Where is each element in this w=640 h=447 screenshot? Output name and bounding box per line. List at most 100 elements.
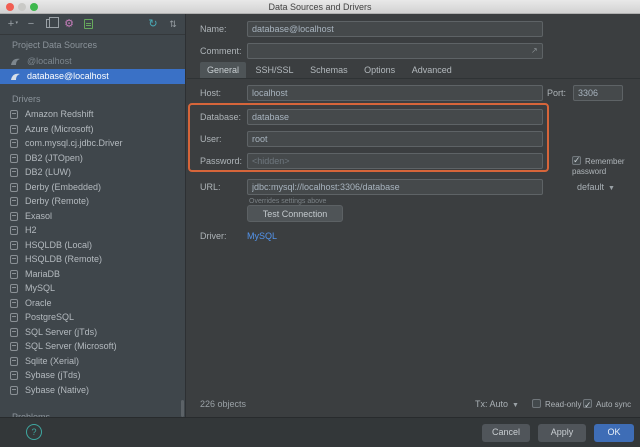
- sidebar-item-localhost[interactable]: @localhost: [0, 54, 185, 69]
- tab-options[interactable]: Options: [357, 62, 402, 78]
- url-note: Overrides settings above: [249, 198, 326, 205]
- mysql-dolphin-icon: [10, 57, 21, 67]
- chevron-down-icon: ▼: [512, 402, 519, 409]
- tx-dropdown[interactable]: Tx: Auto▼: [475, 397, 519, 413]
- ok-button[interactable]: OK: [594, 424, 634, 442]
- user-input[interactable]: [247, 131, 543, 147]
- url-label: URL:: [200, 179, 221, 195]
- url-preset-dropdown[interactable]: default▼: [577, 182, 615, 192]
- database-driver-icon: [10, 139, 18, 148]
- tab-schemas[interactable]: Schemas: [303, 62, 355, 78]
- comment-label: Comment:: [200, 43, 242, 59]
- sidebar-item-driver[interactable]: Sybase (Native): [0, 383, 185, 398]
- database-driver-icon: [10, 386, 18, 395]
- auto-sync-checkbox[interactable]: Auto sync: [583, 397, 631, 412]
- database-driver-icon: [10, 212, 18, 221]
- sidebar-item-driver[interactable]: DB2 (JTOpen): [0, 151, 185, 166]
- tabs-divider: [187, 78, 640, 79]
- database-label: Database:: [200, 109, 241, 125]
- database-driver-icon: [10, 154, 18, 163]
- driver-link[interactable]: MySQL: [247, 231, 277, 241]
- checkbox-checked-icon: [583, 399, 592, 408]
- sidebar-item-driver[interactable]: SQL Server (jTds): [0, 325, 185, 340]
- sidebar-item-driver[interactable]: com.mysql.cj.jdbc.Driver: [0, 136, 185, 151]
- tab-ssh-ssl[interactable]: SSH/SSL: [249, 62, 301, 78]
- url-input[interactable]: [247, 179, 543, 195]
- apply-button[interactable]: Apply: [538, 424, 586, 442]
- database-driver-icon: [10, 241, 18, 250]
- datasource-settings-panel: Name: Comment: ↗ General SSH/SSL Schemas…: [187, 14, 640, 417]
- sidebar-item-driver[interactable]: Amazon Redshift: [0, 107, 185, 122]
- sidebar-item-driver[interactable]: Derby (Remote): [0, 194, 185, 209]
- titlebar: Data Sources and Drivers: [0, 0, 640, 14]
- remove-icon[interactable]: −: [24, 17, 38, 31]
- database-driver-icon: [10, 284, 18, 293]
- database-driver-icon: [10, 357, 18, 366]
- sidebar: +▾ − ⚙ ↻ ⇅ Project Data Sources @localho…: [0, 14, 186, 417]
- object-count: 226 objects: [200, 397, 246, 411]
- checkbox-unchecked-icon: [532, 399, 541, 408]
- database-driver-icon: [10, 371, 18, 380]
- host-input[interactable]: [247, 85, 543, 101]
- cancel-button[interactable]: Cancel: [482, 424, 530, 442]
- database-driver-icon: [10, 342, 18, 351]
- database-driver-icon: [10, 125, 18, 134]
- expand-comment-icon[interactable]: ↗: [531, 46, 538, 55]
- database-driver-icon: [10, 183, 18, 192]
- data-sources-dialog: Data Sources and Drivers +▾ − ⚙ ↻ ⇅ Proj…: [0, 0, 640, 447]
- sidebar-item-driver[interactable]: Oracle: [0, 296, 185, 311]
- dialog-footer: ? Cancel Apply OK: [0, 417, 640, 447]
- database-driver-icon: [10, 255, 18, 264]
- sidebar-item-driver[interactable]: MySQL: [0, 281, 185, 296]
- sidebar-item-driver[interactable]: HSQLDB (Local): [0, 238, 185, 253]
- checkbox-checked-icon: [572, 156, 581, 165]
- host-label: Host:: [200, 85, 221, 101]
- section-project-data-sources: Project Data Sources: [12, 40, 97, 50]
- sidebar-item-driver[interactable]: PostgreSQL: [0, 310, 185, 325]
- port-input[interactable]: [573, 85, 623, 101]
- sidebar-item-driver[interactable]: MariaDB: [0, 267, 185, 282]
- database-driver-icon: [10, 168, 18, 177]
- database-driver-icon: [10, 313, 18, 322]
- sidebar-item-driver[interactable]: H2: [0, 223, 185, 238]
- collapse-icon[interactable]: ⇅: [166, 17, 180, 31]
- sidebar-item-driver[interactable]: SQL Server (Microsoft): [0, 339, 185, 354]
- read-only-checkbox[interactable]: Read-only: [532, 397, 581, 412]
- name-input[interactable]: [247, 21, 543, 37]
- refresh-icon[interactable]: ↻: [146, 17, 160, 31]
- import-ddl-icon[interactable]: [84, 19, 93, 29]
- sidebar-item-driver[interactable]: Azure (Microsoft): [0, 122, 185, 137]
- tab-general[interactable]: General: [200, 62, 246, 78]
- sidebar-item-driver[interactable]: DB2 (LUW): [0, 165, 185, 180]
- drivers-list: Amazon Redshift Azure (Microsoft) com.my…: [0, 107, 185, 397]
- sidebar-item-driver[interactable]: Exasol: [0, 209, 185, 224]
- help-button[interactable]: ?: [26, 424, 42, 440]
- name-label: Name:: [200, 21, 227, 37]
- sidebar-item-database-localhost[interactable]: database@localhost: [0, 69, 185, 84]
- mysql-dolphin-icon: [10, 72, 21, 82]
- sidebar-item-driver[interactable]: Sybase (jTds): [0, 368, 185, 383]
- database-driver-icon: [10, 270, 18, 279]
- database-driver-icon: [10, 110, 18, 119]
- database-driver-icon: [10, 328, 18, 337]
- settings-tabs: General SSH/SSL Schemas Options Advanced: [200, 62, 459, 78]
- test-connection-button[interactable]: Test Connection: [247, 205, 343, 222]
- sidebar-item-driver[interactable]: Derby (Embedded): [0, 180, 185, 195]
- sidebar-item-driver[interactable]: Sqlite (Xerial): [0, 354, 185, 369]
- database-driver-icon: [10, 226, 18, 235]
- duplicate-icon[interactable]: [46, 19, 54, 28]
- port-label: Port:: [547, 85, 566, 101]
- sidebar-item-driver[interactable]: HSQLDB (Remote): [0, 252, 185, 267]
- password-label: Password:: [200, 153, 242, 169]
- sidebar-toolbar: +▾ − ⚙ ↻ ⇅: [0, 14, 185, 35]
- section-drivers: Drivers: [12, 94, 41, 104]
- comment-input[interactable]: [247, 43, 543, 59]
- driver-properties-icon[interactable]: ⚙: [62, 17, 76, 31]
- password-input[interactable]: [247, 153, 543, 169]
- add-icon[interactable]: +▾: [4, 17, 18, 31]
- sidebar-scrollbar[interactable]: [181, 400, 184, 417]
- remember-password-checkbox[interactable]: Remember password: [572, 156, 640, 176]
- chevron-down-icon: ▼: [608, 185, 615, 192]
- tab-advanced[interactable]: Advanced: [405, 62, 459, 78]
- database-input[interactable]: [247, 109, 543, 125]
